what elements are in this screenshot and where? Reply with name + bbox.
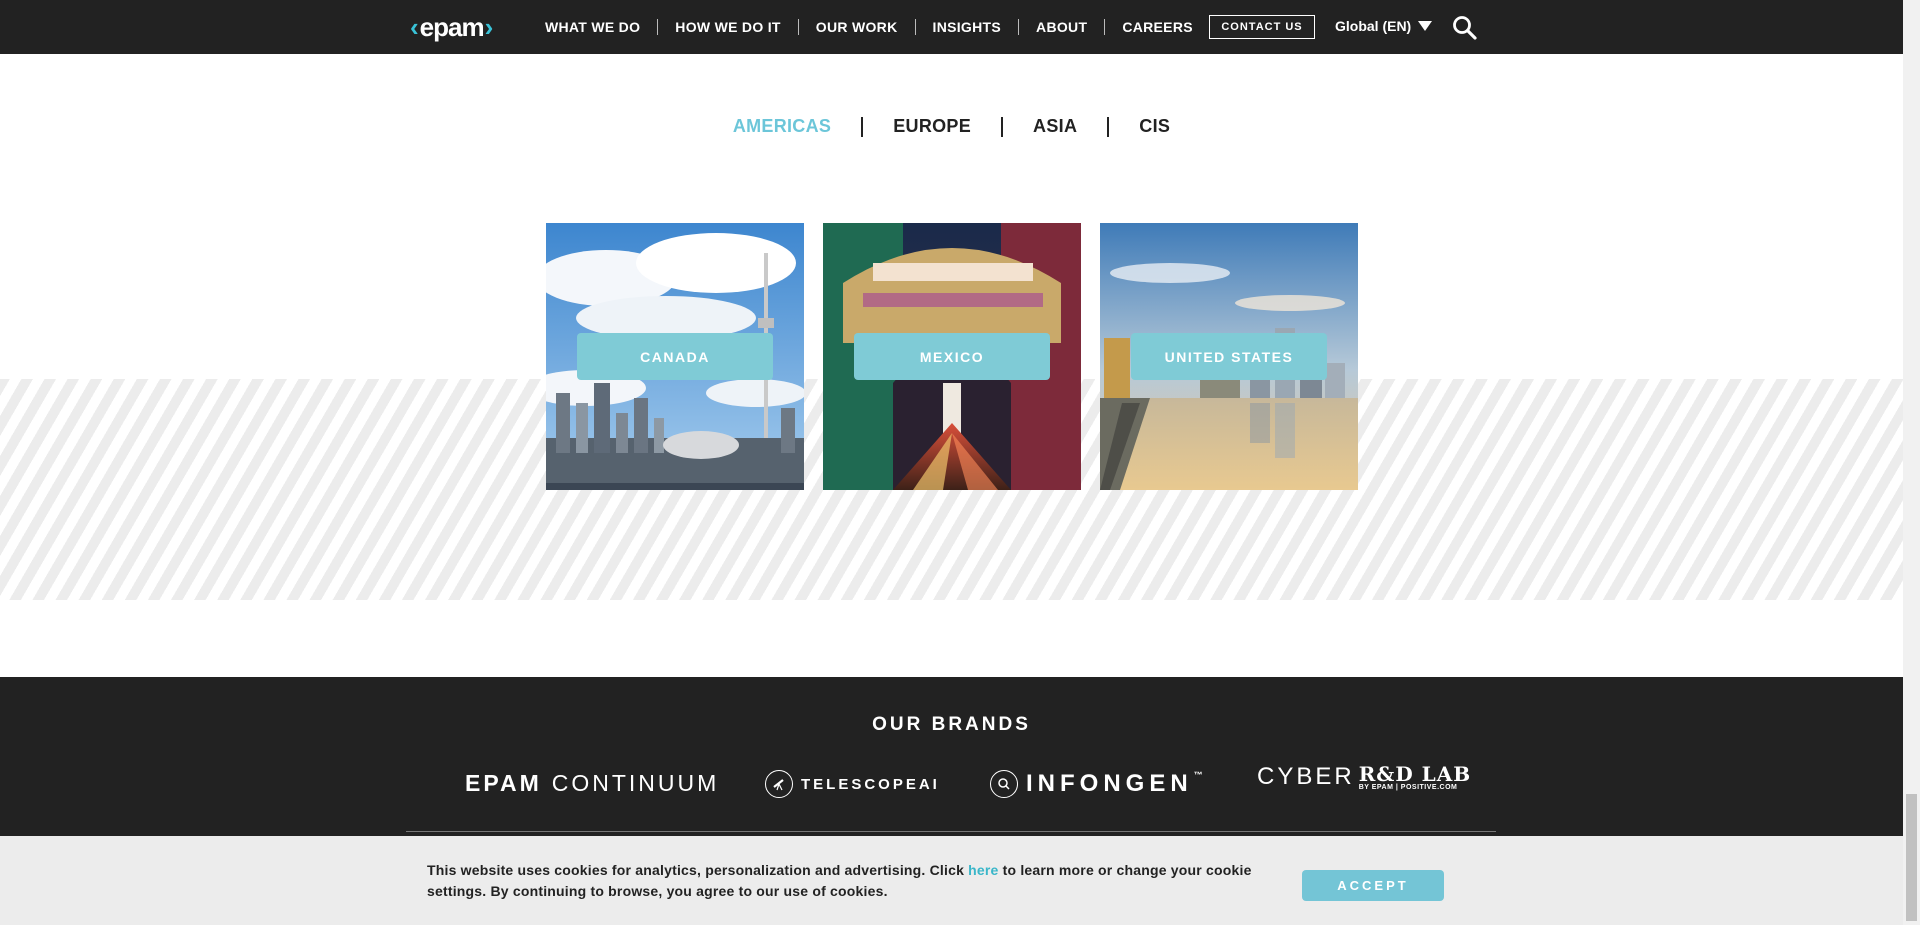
search-icon[interactable] (1452, 15, 1478, 41)
language-label: Global (EN) (1335, 18, 1412, 34)
tab-asia[interactable]: ASIA (1033, 116, 1077, 137)
country-card-canada[interactable]: CANADA (546, 223, 804, 490)
site-header: ‹ epam › WHAT WE DO HOW WE DO IT OUR WOR… (0, 0, 1903, 54)
brand-cyber-sub: BY EPAM | POSITIVE.COM (1358, 784, 1458, 791)
tab-cis[interactable]: CIS (1139, 116, 1170, 137)
nav-insights[interactable]: INSIGHTS (916, 19, 1020, 35)
epam-logo[interactable]: ‹ epam › (410, 11, 493, 43)
brand-infongen-label: INFONGEN (1026, 770, 1193, 797)
nav-how-we-do-it[interactable]: HOW WE DO IT (658, 19, 799, 35)
contact-us-button[interactable]: CONTACT US (1209, 15, 1315, 39)
tab-europe[interactable]: EUROPE (893, 116, 971, 137)
brand-cyber-rd-lab[interactable]: CYBER R&D LAB BY EPAM | POSITIVE.COM (1257, 762, 1471, 791)
country-card-mexico[interactable]: MEXICO (823, 223, 1081, 490)
brand-continuum-part2: CONTINUUM (551, 770, 720, 796)
tab-divider (1107, 116, 1110, 137)
footer-divider (406, 831, 1496, 832)
main-nav: WHAT WE DO HOW WE DO IT OUR WORK INSIGHT… (528, 0, 1210, 54)
tab-divider (1001, 116, 1004, 137)
nav-careers[interactable]: CAREERS (1105, 19, 1210, 35)
country-label-mexico[interactable]: MEXICO (854, 333, 1050, 380)
tab-divider (861, 116, 864, 137)
cookie-banner: This website uses cookies for analytics,… (0, 836, 1903, 925)
region-tabs: AMERICAS EUROPE ASIA CIS (0, 116, 1903, 137)
chevron-down-icon (1418, 21, 1433, 31)
brands-title: OUR BRANDS (872, 714, 1031, 735)
brand-cyber-label: CYBER (1257, 762, 1355, 790)
nav-about[interactable]: ABOUT (1019, 19, 1106, 35)
telescope-icon (765, 770, 793, 798)
logo-text: epam (419, 12, 485, 42)
trademark-mark: ™ (1193, 770, 1208, 780)
country-label-united-states[interactable]: UNITED STATES (1131, 333, 1327, 380)
tab-americas[interactable]: AMERICAS (733, 116, 831, 137)
cookie-text-before: This website uses cookies for analytics,… (427, 862, 969, 878)
country-label-canada[interactable]: CANADA (577, 333, 773, 380)
cookie-link[interactable]: here (968, 862, 998, 878)
brand-rd-lab-label: R&D LAB (1358, 762, 1472, 786)
country-card-united-states[interactable]: UNITED STATES (1100, 223, 1358, 490)
page-scrollbar[interactable] (1903, 0, 1920, 925)
logo-bracket-left: ‹ (410, 12, 419, 42)
brand-telescopeai[interactable]: TELESCOPEAI (765, 770, 940, 798)
brand-telescopeai-label: TELESCOPEAI (801, 775, 940, 793)
brand-infongen[interactable]: INFONGEN ™ (990, 770, 1208, 798)
scrollbar-thumb[interactable] (1906, 794, 1917, 921)
logo-bracket-right: › (484, 12, 494, 42)
language-selector[interactable]: Global (EN) (1335, 18, 1433, 34)
magnifier-icon (990, 770, 1018, 798)
nav-what-we-do[interactable]: WHAT WE DO (528, 19, 659, 35)
brand-epam-continuum[interactable]: EPAM CONTINUUM (465, 770, 719, 797)
accept-cookies-button[interactable]: ACCEPT (1302, 870, 1444, 901)
nav-our-work[interactable]: OUR WORK (799, 19, 916, 35)
brand-cyber-stack: R&D LAB BY EPAM | POSITIVE.COM (1359, 762, 1471, 791)
brand-continuum-part1: EPAM (465, 770, 542, 796)
cookie-text: This website uses cookies for analytics,… (427, 860, 1267, 902)
